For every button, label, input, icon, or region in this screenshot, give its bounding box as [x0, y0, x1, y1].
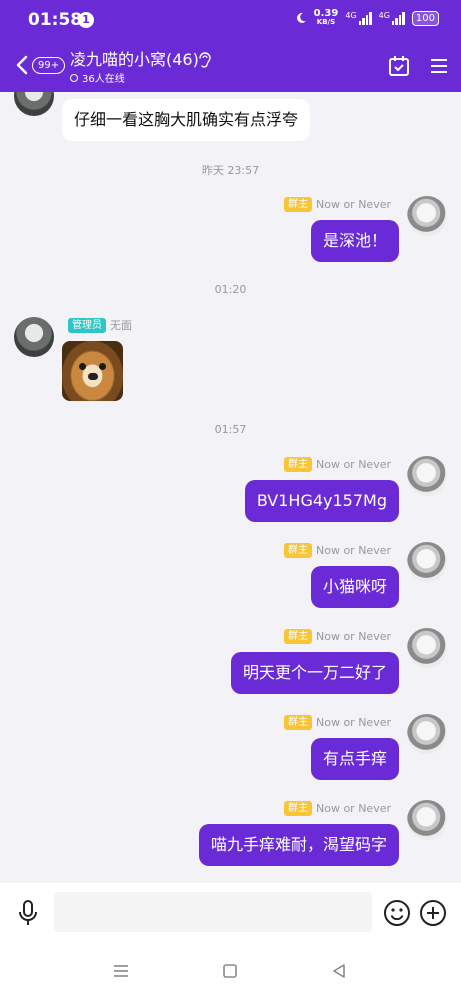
sender-line: 群主 Now or Never [284, 457, 391, 472]
avatar[interactable] [407, 714, 447, 754]
online-count: 36人在线 [82, 74, 125, 85]
sender-line: 群主 Now or Never [284, 801, 391, 816]
avatar[interactable] [407, 628, 447, 668]
owner-tag: 群主 [284, 457, 312, 472]
message-bubble[interactable]: 仔细一看这胸大肌确实有点浮夸 [62, 99, 311, 141]
battery-icon: 100 [411, 10, 439, 26]
status-bar: 01:58 1 0.39 KB/S 4G 4G 100 [0, 0, 461, 38]
sender-line: 群主 Now or Never [284, 197, 391, 212]
avatar[interactable] [14, 317, 54, 357]
unread-count-badge[interactable]: 99+ [32, 57, 66, 74]
avatar[interactable] [407, 800, 447, 840]
message-composer [0, 883, 461, 943]
sender-name[interactable]: Now or Never [316, 802, 391, 815]
network-speed: 0.39 KB/S [314, 9, 339, 27]
owner-tag: 群主 [284, 543, 312, 558]
sender-name[interactable]: Now or Never [316, 198, 391, 211]
home-icon[interactable] [222, 963, 238, 979]
timestamp: 01:57 [214, 423, 247, 436]
sender-line: 群主 Now or Never [284, 629, 391, 644]
group-title[interactable]: 凌九喵的小窝(46) [70, 46, 199, 70]
calendar-icon[interactable] [387, 54, 411, 78]
back-triangle-icon[interactable] [331, 962, 347, 980]
emoji-icon[interactable] [383, 899, 411, 927]
owner-tag: 群主 [284, 197, 312, 212]
network-type-2: 4G [378, 10, 390, 20]
plus-icon[interactable] [419, 899, 447, 927]
back-icon[interactable] [12, 54, 34, 76]
message-bubble[interactable]: BV1HG4y157Mg [244, 480, 399, 522]
owner-tag: 群主 [284, 715, 312, 730]
signal-icon [358, 11, 372, 25]
admin-tag: 管理员 [68, 317, 106, 333]
message-bubble[interactable]: 明天更个一万二好了 [230, 652, 399, 694]
message-bubble[interactable]: 喵九手痒难耐，渴望码字 [198, 824, 399, 866]
menu-icon[interactable] [429, 57, 449, 75]
sticker-eye [79, 363, 86, 370]
doge-sticker[interactable] [62, 341, 123, 401]
microphone-icon[interactable] [17, 899, 39, 927]
message-bubble[interactable]: 有点手痒 [310, 738, 399, 780]
sender-line: 管理员 无面 [68, 317, 132, 333]
owner-tag: 群主 [284, 629, 312, 644]
recent-apps-icon[interactable] [112, 963, 130, 979]
notification-count-badge: 1 [78, 12, 94, 28]
avatar[interactable] [407, 196, 447, 236]
timestamp: 01:20 [214, 283, 247, 296]
sticker-nose [88, 373, 98, 380]
speed-unit: KB/S [316, 18, 336, 26]
timestamp: 昨天 23:57 [201, 164, 260, 177]
sender-line: 群主 Now or Never [284, 715, 391, 730]
sender-name[interactable]: Now or Never [316, 630, 391, 643]
message-input[interactable] [54, 892, 372, 932]
network-type-1: 4G [345, 10, 357, 20]
sender-name[interactable]: 无面 [110, 317, 132, 333]
signal-icon-2 [391, 11, 405, 25]
system-nav-bar [0, 943, 461, 999]
message-bubble[interactable]: 是深池！ [310, 220, 399, 262]
message-bubble[interactable]: 小猫咪呀 [310, 566, 399, 608]
sender-name[interactable]: Now or Never [316, 458, 391, 471]
avatar[interactable] [407, 456, 447, 496]
online-status: 36人在线 [70, 70, 125, 85]
moon-icon [296, 12, 306, 23]
status-icons: 0.39 KB/S 4G 4G 100 [295, 9, 439, 27]
ear-icon [199, 52, 211, 68]
chat-header: 99+ 凌九喵的小窝(46) 36人在线 [0, 38, 461, 92]
sticker-eye [99, 363, 106, 370]
sender-line: 群主 Now or Never [284, 543, 391, 558]
avatar[interactable] [407, 542, 447, 582]
speed-value: 0.39 [313, 8, 339, 19]
sender-name[interactable]: Now or Never [316, 716, 391, 729]
status-time: 01:58 [28, 10, 83, 30]
owner-tag: 群主 [284, 801, 312, 816]
online-icon [70, 73, 78, 82]
avatar[interactable] [14, 92, 54, 116]
chat-area[interactable]: 仔细一看这胸大肌确实有点浮夸 昨天 23:57 群主 Now or Never … [0, 92, 461, 883]
sender-name[interactable]: Now or Never [316, 544, 391, 557]
